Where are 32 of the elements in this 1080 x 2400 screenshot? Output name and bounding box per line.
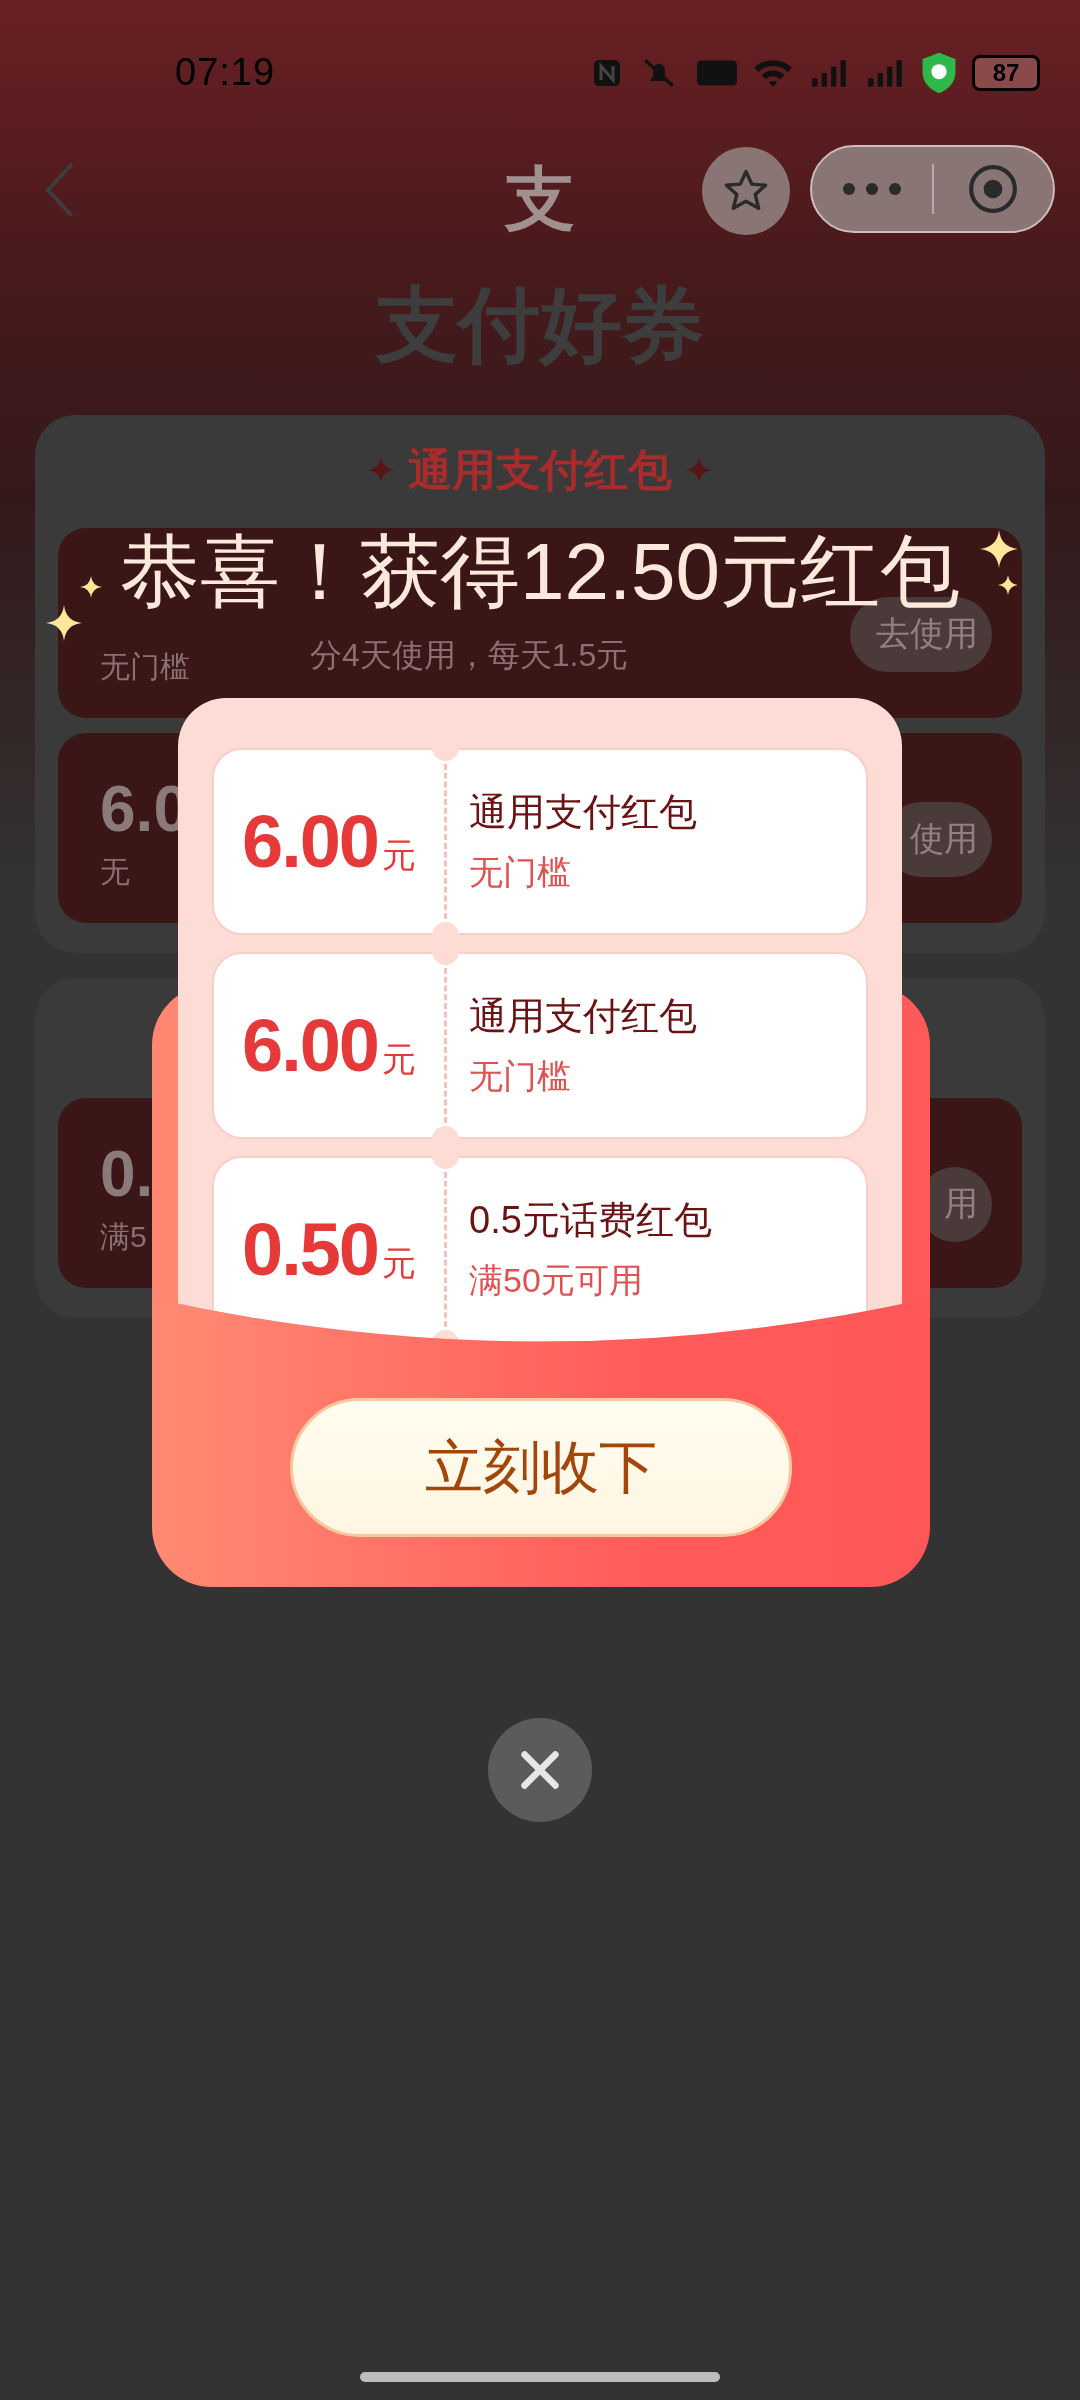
coupon-condition: 满5 xyxy=(100,1218,147,1255)
close-icon xyxy=(518,1748,562,1792)
section-title: 通用支付红包 xyxy=(408,443,672,496)
currency-unit: 元 xyxy=(382,835,416,876)
diamond-icon xyxy=(686,457,712,483)
coupon-condition: 无门槛 xyxy=(100,648,190,685)
coupon-condition: 无门槛 xyxy=(469,1056,572,1097)
status-time: 07:19 xyxy=(175,51,277,94)
sparkle-icon xyxy=(998,575,1018,595)
sparkle-icon xyxy=(980,530,1018,568)
coupon-name: 通用支付红包 xyxy=(469,994,697,1039)
target-icon xyxy=(967,163,1020,215)
coupon-condition: 无 xyxy=(100,853,130,890)
app-logo: 支 xyxy=(505,159,575,240)
battery-indicator: 87 xyxy=(972,54,1040,91)
currency-unit: 元 xyxy=(382,1243,416,1284)
coupon-detail: 分4天使用，每天1.5元 xyxy=(310,636,629,675)
coupon-name: 0.5元话费红包 xyxy=(469,1198,712,1243)
coupon-condition: 无门槛 xyxy=(469,852,572,893)
coupon-condition: 满50元可用 xyxy=(469,1260,644,1301)
currency-unit: 元 xyxy=(382,1039,416,1080)
shield-icon xyxy=(920,50,958,95)
coupon-amount: 6.00 xyxy=(242,799,378,884)
diamond-icon xyxy=(368,457,394,483)
sparkle-icon xyxy=(46,605,82,641)
coupon-amount: 0.50 xyxy=(242,1207,378,1292)
more-icon xyxy=(841,182,902,196)
coupon-amount: 6.00 xyxy=(242,1003,378,1088)
coupon-name: 通用支付红包 xyxy=(469,790,697,835)
accept-button[interactable]: 立刻收下 xyxy=(290,1398,792,1537)
sparkle-icon xyxy=(80,576,102,598)
coupon-amount: 0. xyxy=(100,1138,154,1209)
